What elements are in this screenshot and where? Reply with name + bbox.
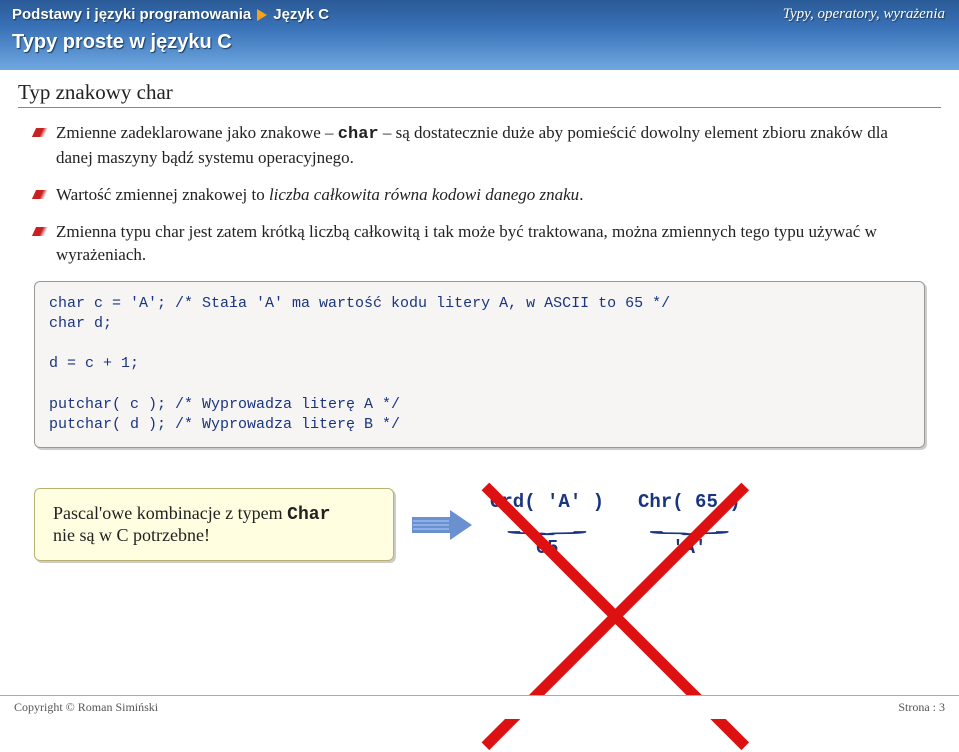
text: nie są w C potrzebne! — [53, 525, 210, 545]
content-area: Zmienne zadeklarowane jako znakowe – cha… — [0, 108, 959, 267]
expression-text: Chr( 65 ) — [638, 491, 741, 513]
result-text: 'A' — [638, 537, 741, 559]
chr-expression: Chr( 65 ) ⏟ 'A' — [638, 491, 741, 558]
page-number: Strona : 3 — [898, 700, 945, 715]
text: Zmienna typu char jest zatem krótką licz… — [56, 222, 877, 264]
crumb-course: Podstawy i języki programowania — [12, 6, 251, 23]
section-header: Typ znakowy char — [18, 80, 941, 108]
crumb-language: Język C — [273, 6, 329, 23]
text: Pascal'owe kombinacje z typem — [53, 503, 287, 523]
text: Wartość zmiennej znakowej to — [56, 185, 269, 204]
crossed-out-group: Ord( 'A' ) ⏟ 65 Chr( 65 ) ⏟ 'A' — [490, 491, 741, 558]
page-subtitle: Typy proste w języku C — [12, 31, 947, 54]
bullet-item: Zmienna typu char jest zatem krótką licz… — [56, 221, 919, 267]
code-block: char c = 'A'; /* Stała 'A' ma wartość ko… — [34, 281, 925, 449]
copyright-text: Copyright © Roman Simiński — [14, 700, 158, 715]
emphasized-text: liczba całkowita równa kodowi danego zna… — [269, 185, 579, 204]
result-text: 65 — [490, 537, 604, 559]
section-title: Typ znakowy char — [18, 80, 941, 105]
text: . — [579, 185, 583, 204]
note-box: Pascal'owe kombinacje z typem Char nie s… — [34, 488, 394, 561]
footer: Copyright © Roman Simiński Strona : 3 — [0, 695, 959, 719]
crumb-topic: Typy, operatory, wyrażenia — [783, 6, 945, 23]
inline-code: Char — [287, 505, 330, 525]
inline-code: char — [338, 125, 379, 144]
bullet-item: Zmienne zadeklarowane jako znakowe – cha… — [56, 122, 919, 170]
text: Zmienne zadeklarowane jako znakowe – — [56, 123, 338, 142]
header: Podstawy i języki programowania Język C … — [0, 0, 959, 70]
bottom-row: Pascal'owe kombinacje z typem Char nie s… — [34, 488, 925, 561]
brace-icon: ⏟ — [515, 524, 864, 530]
arrow-icon — [257, 9, 267, 21]
expression-text: Ord( 'A' ) — [490, 491, 604, 513]
bullet-item: Wartość zmiennej znakowej to liczba całk… — [56, 184, 919, 207]
